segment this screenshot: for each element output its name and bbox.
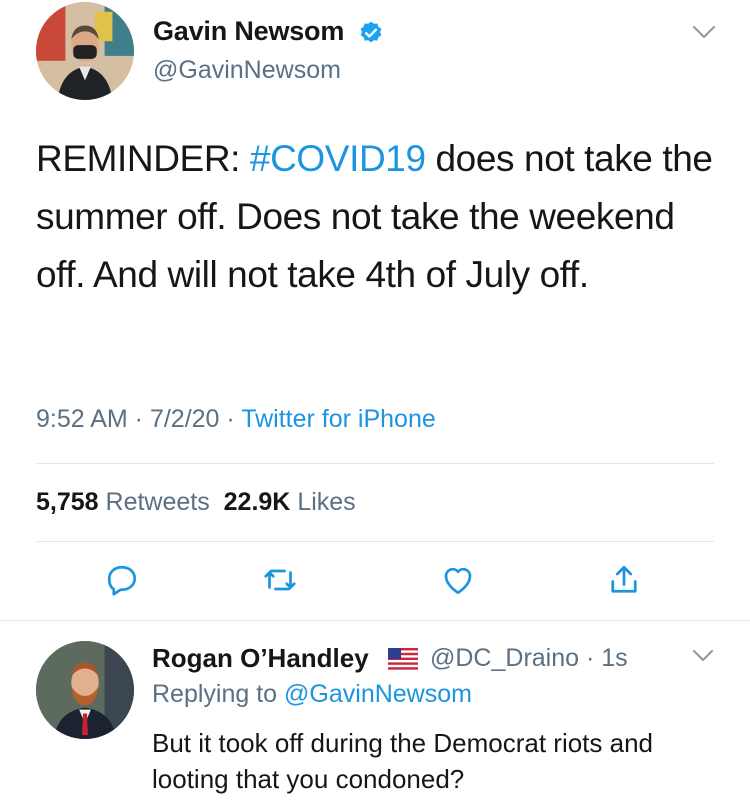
reply-text: But it took off during the Democrat riot… — [152, 728, 654, 794]
tweet-actions — [0, 562, 750, 602]
reply-icon[interactable] — [104, 562, 140, 598]
reply-author-handle[interactable]: @DC_Draino — [430, 644, 579, 672]
hashtag-link[interactable]: #COVID19 — [250, 138, 426, 179]
reply-author-name[interactable]: Rogan O’Handley — [152, 643, 369, 674]
likes-stat[interactable]: 22.9K Likes — [224, 488, 356, 516]
us-flag-icon — [387, 647, 419, 671]
divider — [36, 463, 714, 464]
tweet-stats: 5,758 Retweets 22.9K Likes — [36, 488, 356, 517]
reply-time[interactable]: 1s — [601, 644, 627, 672]
tweet-source[interactable]: Twitter for iPhone — [241, 405, 436, 433]
reply-tweet[interactable]: Rogan O’Handley @DC_Draino · 1s Replying… — [0, 621, 750, 809]
tweet-time[interactable]: 9:52 AM — [36, 405, 128, 433]
tweet-text: REMINDER: #COVID19 does not take the sum… — [36, 130, 716, 304]
retweets-label: Retweets — [105, 488, 210, 516]
replying-prefix: Replying to — [152, 680, 285, 708]
like-icon[interactable] — [440, 562, 476, 598]
reply-author-avatar[interactable] — [36, 641, 134, 739]
author-name[interactable]: Gavin Newsom — [153, 16, 344, 47]
share-icon[interactable] — [606, 562, 642, 598]
likes-label: Likes — [297, 488, 356, 516]
reply-handle-line: @DC_Draino · 1s — [430, 644, 628, 672]
main-tweet: Gavin Newsom @GavinNewsom REMINDER: #COV… — [0, 0, 750, 620]
tweet-text-prefix: REMINDER: — [36, 138, 250, 179]
avatar-photo — [36, 641, 134, 739]
author-avatar[interactable] — [36, 2, 134, 100]
tweet-date[interactable]: 7/2/20 — [150, 405, 220, 433]
retweets-count: 5,758 — [36, 488, 99, 516]
replying-to-mention[interactable]: @GavinNewsom — [284, 680, 472, 708]
author-handle[interactable]: @GavinNewsom — [153, 56, 341, 85]
verified-badge-icon — [358, 20, 384, 46]
divider — [36, 541, 714, 542]
chevron-down-icon[interactable] — [692, 24, 716, 40]
chevron-down-icon[interactable] — [692, 649, 714, 663]
replying-to-line: Replying to @GavinNewsom — [152, 680, 472, 709]
tweet-meta: 9:52 AM · 7/2/20 · Twitter for iPhone — [36, 405, 436, 433]
likes-count: 22.9K — [223, 488, 291, 516]
retweet-icon[interactable] — [262, 562, 298, 598]
avatar-photo — [36, 2, 134, 100]
retweets-stat[interactable]: 5,758 Retweets — [36, 488, 210, 516]
